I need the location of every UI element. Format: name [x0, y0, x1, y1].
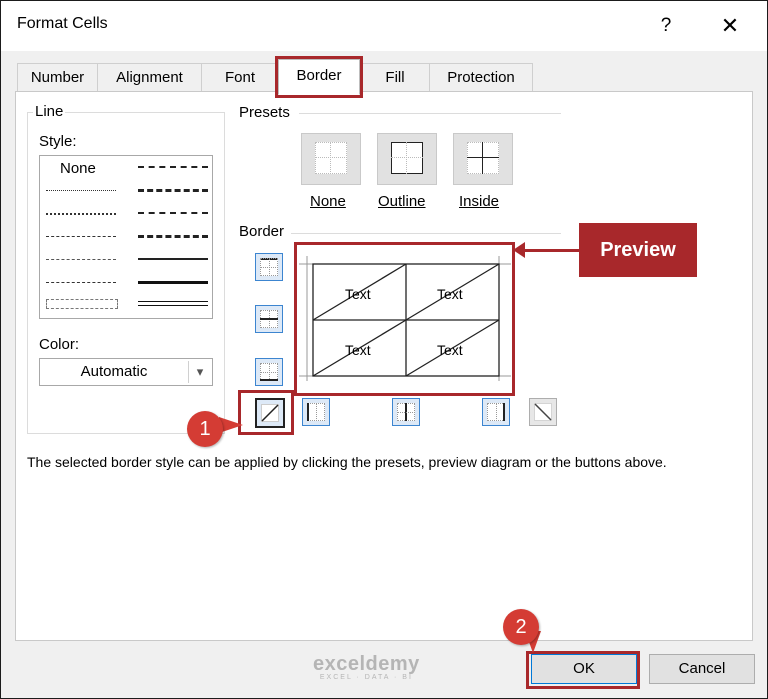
close-button[interactable]: ✕ [713, 11, 747, 41]
style-double[interactable] [138, 301, 208, 306]
description-text: The selected border style can be applied… [27, 454, 667, 470]
callout-arrow-head-icon [513, 242, 525, 258]
watermark-logo: exceldemy EXCEL · DATA · BI [313, 653, 420, 681]
border-top-button[interactable] [255, 253, 283, 281]
dialog-title: Format Cells [17, 15, 108, 32]
border-inside-vertical-icon [397, 403, 415, 421]
preset-none-icon [315, 142, 347, 174]
border-bottom-button[interactable] [255, 358, 283, 386]
border-left-icon [307, 403, 325, 421]
tab-number[interactable]: Number [17, 63, 98, 92]
diagonal-button-highlight [238, 390, 294, 435]
line-group-label: Line [33, 103, 66, 120]
style-none-option[interactable]: None [60, 160, 96, 177]
border-group-label: Border [239, 223, 285, 240]
watermark-tagline: EXCEL · DATA · BI [319, 674, 413, 681]
style-thin-selected[interactable] [46, 299, 118, 309]
border-tab-highlight [275, 56, 363, 98]
preview-callout: Preview [579, 223, 697, 277]
style-slanted-dash-dot[interactable] [138, 189, 208, 192]
border-inside-horizontal-icon [260, 310, 278, 328]
preset-outline-button[interactable] [377, 133, 437, 185]
style-label: Style: [39, 133, 77, 150]
step-2-badge: 2 [503, 609, 539, 645]
line-style-list[interactable]: None [39, 155, 213, 319]
style-dash-dot[interactable] [46, 259, 116, 260]
tab-font[interactable]: Font [201, 63, 279, 92]
callout-arrow-line [521, 249, 579, 252]
preset-outline-icon [391, 142, 423, 174]
border-inside-horizontal-button[interactable] [255, 305, 283, 333]
title-bar: Format Cells ? ✕ [1, 1, 767, 51]
color-label: Color: [39, 336, 80, 353]
style-medium-dashed[interactable] [138, 235, 208, 238]
chevron-down-icon[interactable]: ▾ [188, 361, 211, 383]
border-diagonal-down-icon [534, 403, 552, 421]
border-inside-vertical-button[interactable] [392, 398, 420, 426]
preview-highlight [294, 242, 515, 396]
tab-fill[interactable]: Fill [360, 63, 430, 92]
watermark-name: exceldemy [313, 653, 420, 675]
color-dropdown[interactable]: Automatic ▾ [39, 358, 213, 386]
border-diagonal-down-button[interactable] [529, 398, 557, 426]
tab-alignment[interactable]: Alignment [97, 63, 202, 92]
style-thick[interactable] [138, 281, 208, 284]
preset-inside-label: Inside [459, 193, 500, 210]
style-medium-dash-dot-dot[interactable] [138, 166, 208, 168]
cancel-button[interactable]: Cancel [649, 654, 755, 684]
border-bottom-icon [260, 363, 278, 381]
tab-protection[interactable]: Protection [429, 63, 533, 92]
presets-label: Presets [239, 104, 290, 121]
style-dotted[interactable] [46, 213, 116, 215]
preset-inside-button[interactable] [453, 133, 513, 185]
preset-inside-icon [467, 142, 499, 174]
preset-none-label: None [310, 193, 346, 210]
step-1-badge: 1 [187, 411, 223, 447]
preset-none-button[interactable] [301, 133, 361, 185]
style-medium-dash-dot[interactable] [138, 212, 208, 214]
presets-separator [299, 113, 561, 114]
preset-outline-label: Outline [378, 193, 426, 210]
style-medium[interactable] [138, 258, 208, 260]
ok-highlight [526, 651, 640, 689]
help-button[interactable]: ? [651, 11, 681, 41]
border-separator [291, 233, 561, 234]
border-right-button[interactable] [482, 398, 510, 426]
format-cells-dialog: Format Cells ? ✕ Number Alignment Font B… [0, 0, 768, 699]
style-dash-dot-dot[interactable] [46, 236, 116, 237]
style-dashed[interactable] [46, 282, 116, 283]
style-hair[interactable] [46, 190, 116, 191]
border-left-button[interactable] [302, 398, 330, 426]
border-right-icon [487, 403, 505, 421]
color-value: Automatic [80, 363, 148, 380]
border-top-icon [260, 258, 278, 276]
